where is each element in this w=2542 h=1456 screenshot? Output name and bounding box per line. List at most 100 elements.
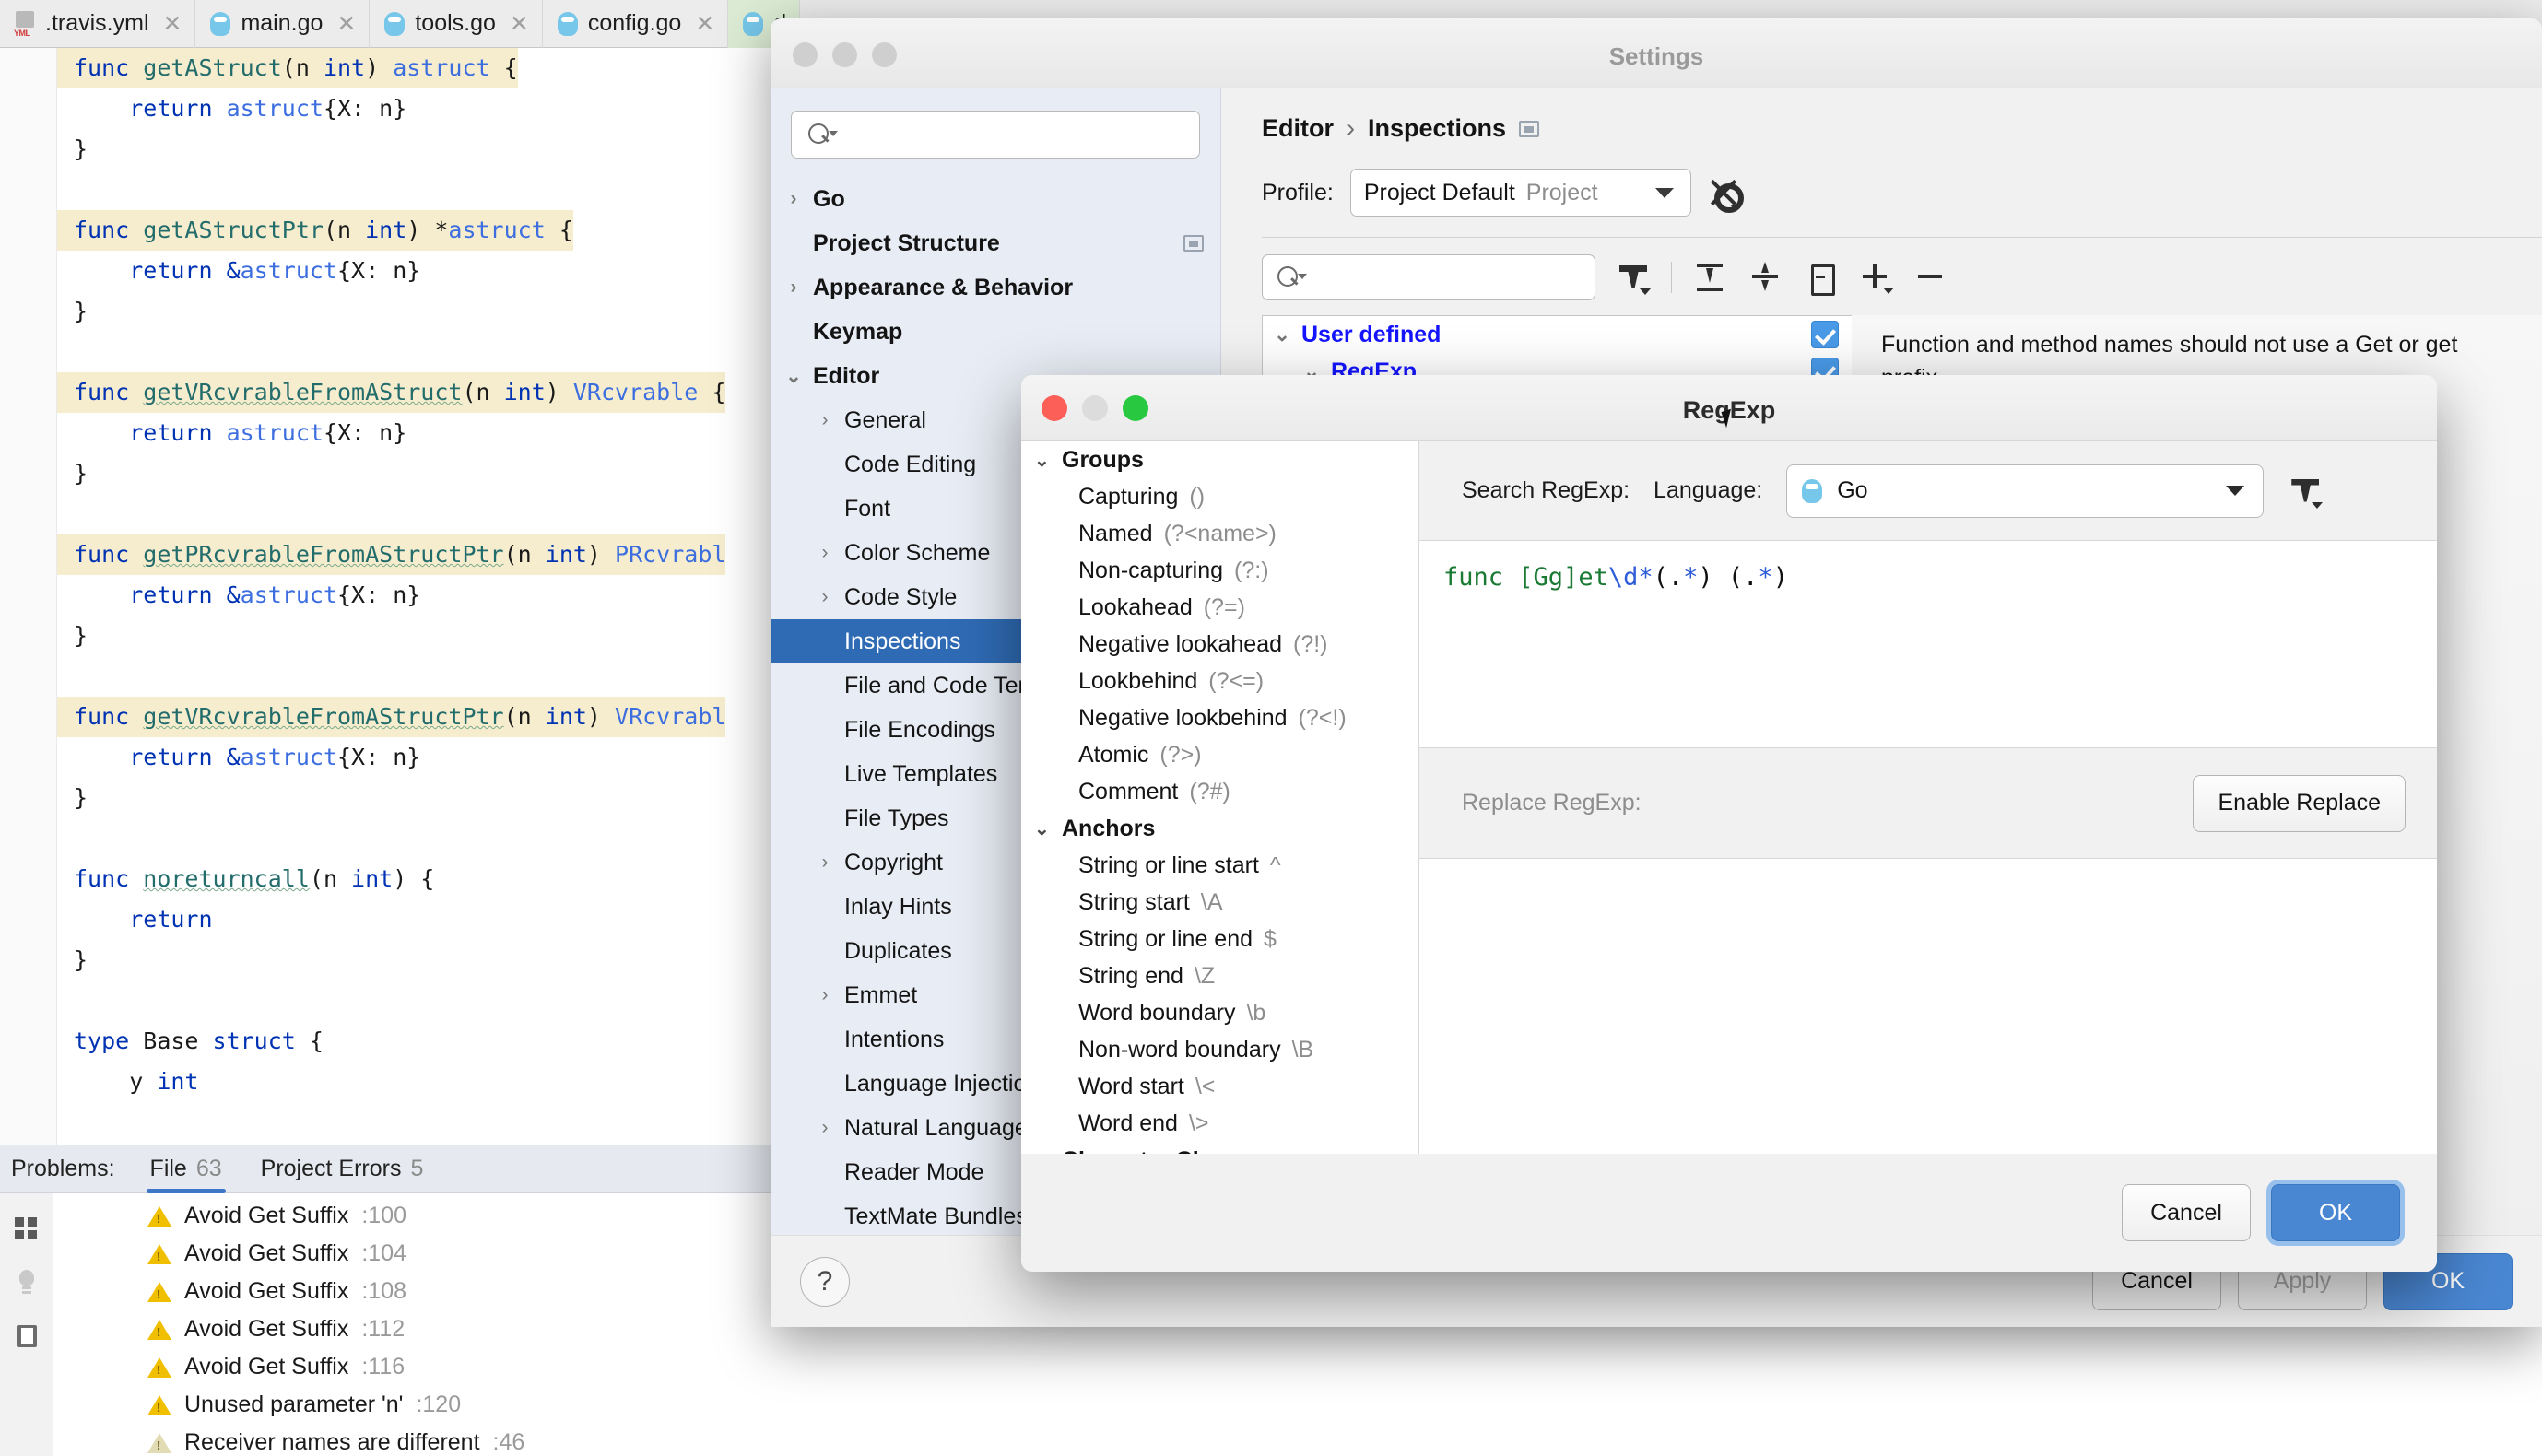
regexp-tree-item-string-start[interactable]: String start \A: [1021, 884, 1418, 921]
regexp-tree-item-anchors[interactable]: ⌄ Anchors: [1021, 810, 1418, 847]
settings-tree-item-keymap[interactable]: ›Keymap: [771, 310, 1220, 354]
chevron-right-icon[interactable]: ›: [815, 409, 835, 431]
language-label: Language:: [1653, 477, 1763, 503]
chevron-down-icon[interactable]: ⌄: [783, 365, 804, 388]
mini-window-icon[interactable]: [1519, 120, 1540, 137]
chevron-right-icon[interactable]: ›: [783, 276, 804, 299]
regexp-tree-item-label: Comment: [1078, 778, 1179, 804]
regexp-tree-item-non-capturing[interactable]: Non-capturing (?:): [1021, 552, 1418, 589]
help-button[interactable]: ?: [800, 1256, 850, 1307]
lightbulb-icon[interactable]: [13, 1269, 41, 1297]
regexp-pattern-editor[interactable]: func [Gg]et\d*(.*) (.*): [1419, 541, 2437, 748]
regexp-tree-item-capturing[interactable]: Capturing (): [1021, 478, 1418, 515]
chevron-right-icon[interactable]: ›: [815, 984, 835, 1006]
code-token: astruct: [240, 744, 337, 770]
close-icon[interactable]: ✕: [695, 10, 714, 38]
settings-search-input[interactable]: [791, 111, 1200, 159]
profile-select[interactable]: Project Default Project: [1349, 169, 1691, 217]
code-token: int: [351, 865, 394, 892]
problem-row[interactable]: Unused parameter 'n':120: [53, 1386, 2542, 1424]
inspection-checkbox[interactable]: [1811, 321, 1839, 348]
filter-icon[interactable]: [2288, 474, 2324, 509]
regexp-replace-editor[interactable]: [1419, 859, 2437, 1154]
editor-tab-main-go[interactable]: main.go ✕: [195, 0, 371, 48]
regexp-pattern-token: func: [1443, 563, 1519, 592]
toggle-panel-icon[interactable]: [13, 1322, 41, 1350]
regexp-tree-item-atomic[interactable]: Atomic (?>): [1021, 736, 1418, 773]
tab-label: main.go: [241, 10, 324, 36]
problems-tab-file[interactable]: File 63: [146, 1145, 226, 1193]
editor-tab-config-go[interactable]: config.go ✕: [543, 0, 729, 48]
code-token: {: [489, 54, 518, 81]
regexp-tree-item-string-or-line-end[interactable]: String or line end $: [1021, 921, 1418, 957]
regexp-tree-item-label: String start: [1078, 888, 1190, 915]
code-token: (n: [462, 379, 504, 405]
chevron-right-icon[interactable]: ›: [783, 188, 804, 210]
profile-label: Profile:: [1262, 179, 1334, 205]
collapse-all-icon[interactable]: [1748, 260, 1783, 295]
editor-tab-tools-go[interactable]: tools.go ✕: [370, 0, 543, 48]
code-token: }: [74, 460, 88, 487]
chevron-right-icon[interactable]: ›: [815, 542, 835, 564]
regexp-tree-item-named[interactable]: Named (?<name>): [1021, 515, 1418, 552]
editor-tab-travis-yml[interactable]: .travis.yml ✕: [0, 0, 196, 48]
code-token: {X: n}: [337, 744, 421, 770]
regexp-tree-item-non-word-boundary[interactable]: Non-word boundary \B: [1021, 1031, 1418, 1068]
regexp-tree-item-label: Character Classes: [1062, 1147, 1263, 1155]
regexp-tree-item-negative-lookahead[interactable]: Negative lookahead (?!): [1021, 626, 1418, 663]
tab-label: Project Errors: [260, 1156, 402, 1181]
problems-tab-project-errors[interactable]: Project Errors 5: [257, 1145, 428, 1193]
editor-gutter: [0, 48, 57, 1145]
enable-replace-button[interactable]: Enable Replace: [2193, 774, 2406, 832]
filter-icon[interactable]: [1616, 260, 1651, 295]
language-select[interactable]: Go: [1786, 464, 2265, 518]
regexp-ok-button[interactable]: OK: [2271, 1184, 2400, 1241]
chevron-down-icon[interactable]: ⌄: [1034, 449, 1051, 472]
regexp-tree-item-word-end[interactable]: Word end \>: [1021, 1105, 1418, 1142]
regexp-tree-item-string-or-line-start[interactable]: String or line start ^: [1021, 847, 1418, 884]
problem-row[interactable]: Receiver names are different:46: [53, 1424, 2542, 1456]
inspections-search-input[interactable]: [1262, 254, 1595, 300]
problem-text: Avoid Get Suffix: [184, 1316, 349, 1342]
settings-tree-item-appearance-behavior[interactable]: › Appearance & Behavior: [771, 265, 1220, 310]
regexp-tree-item-word-start[interactable]: Word start \<: [1021, 1068, 1418, 1105]
chevron-right-icon[interactable]: ›: [815, 851, 835, 874]
close-icon[interactable]: ✕: [163, 10, 182, 38]
code-token: getPRcvrableFromAStructPtr: [143, 541, 504, 568]
profile-scope: Project: [1525, 179, 1598, 205]
chevron-down-icon[interactable]: ⌄: [1272, 323, 1292, 346]
regexp-tree-item-word-boundary[interactable]: Word boundary \b: [1021, 994, 1418, 1031]
settings-tree-item-go[interactable]: › Go: [771, 177, 1220, 221]
close-icon[interactable]: ✕: [510, 10, 529, 38]
regexp-tree-item-lookbehind[interactable]: Lookbehind (?<=): [1021, 663, 1418, 699]
code-token: int: [365, 217, 407, 243]
chevron-down-icon[interactable]: ⌄: [1034, 817, 1051, 840]
chevron-right-icon[interactable]: ›: [815, 1117, 835, 1139]
go-file-icon: [556, 10, 580, 38]
regexp-tree-item-groups[interactable]: ⌄ Groups: [1021, 441, 1418, 478]
gear-icon[interactable]: [1708, 177, 1744, 213]
mini-window-icon[interactable]: [1183, 235, 1204, 252]
group-by-icon[interactable]: [1803, 260, 1838, 296]
remove-icon[interactable]: [1913, 260, 1948, 295]
expand-all-icon[interactable]: [1692, 260, 1727, 295]
regexp-tree-item-character-classes[interactable]: ⌄Character Classes: [1021, 1142, 1418, 1155]
regexp-tree-item-negative-lookbehind[interactable]: Negative lookbehind (?<!): [1021, 699, 1418, 736]
code-token: y: [129, 1068, 158, 1095]
breadcrumb-root[interactable]: Editor: [1262, 114, 1334, 143]
problem-row[interactable]: Avoid Get Suffix:116: [53, 1348, 2542, 1386]
code-token: func: [74, 865, 144, 892]
code-token: {X: n}: [323, 95, 407, 122]
regexp-tree-item-string-end[interactable]: String end \Z: [1021, 957, 1418, 994]
chevron-right-icon[interactable]: ›: [815, 586, 835, 608]
regexp-snippet-tree[interactable]: ⌄ Groups Capturing () Named (?<name>) Non-ca…: [1021, 441, 1419, 1154]
regexp-tree-item-lookahead[interactable]: Lookahead (?=): [1021, 589, 1418, 626]
settings-tree-item-project-structure[interactable]: ›Project Structure: [771, 221, 1220, 265]
inspection-node-user-defined[interactable]: ⌄ User defined: [1263, 316, 1852, 353]
grid-view-icon[interactable]: [13, 1215, 41, 1243]
regexp-tree-item-comment[interactable]: Comment (?#): [1021, 773, 1418, 810]
code-line-text: func getPRcvrableFromAStructPtr(n int) P…: [57, 534, 726, 575]
close-icon[interactable]: ✕: [336, 10, 356, 38]
regexp-cancel-button[interactable]: Cancel: [2122, 1184, 2251, 1241]
add-icon[interactable]: [1858, 260, 1894, 295]
